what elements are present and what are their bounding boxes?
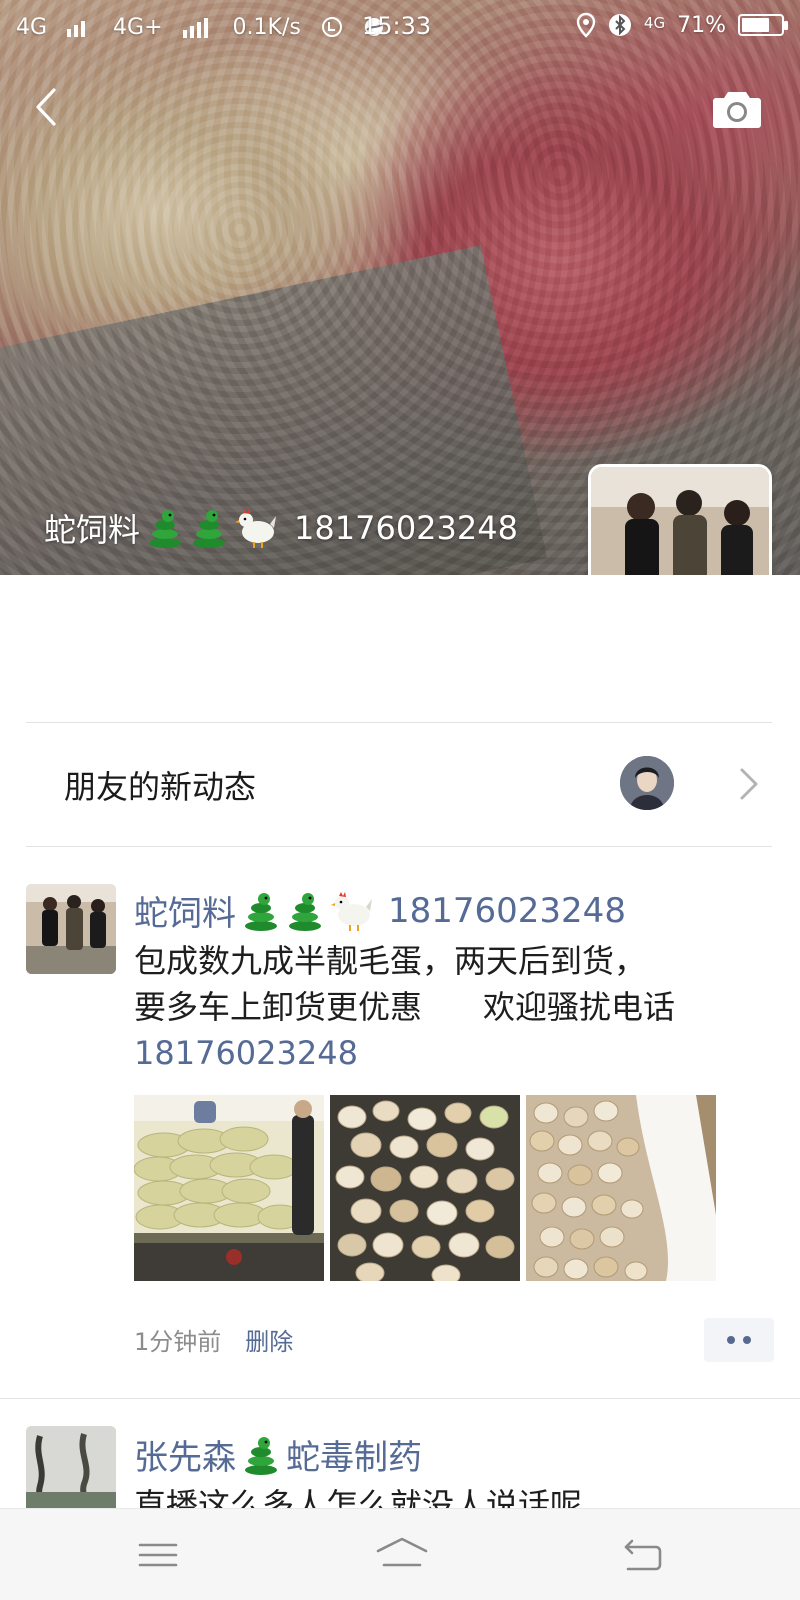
post-author-name: 蛇饲料 (134, 894, 236, 934)
post-photos (134, 1095, 716, 1281)
post-photo-2-art (330, 1095, 520, 1281)
friend-avatar-photo (620, 756, 674, 810)
post-time: 1分钟前 (134, 1328, 222, 1356)
signal-1-icon (67, 21, 86, 37)
post-avatar-photo (26, 1426, 116, 1516)
menu-icon[interactable] (134, 1535, 182, 1575)
post-avatar-photo (26, 884, 116, 974)
battery-percent: 71% (677, 12, 726, 38)
snake-emoji-icon (149, 510, 182, 548)
network-3-label: 4G (643, 14, 666, 32)
post-meta: 1分钟前 删除 (134, 1322, 293, 1357)
snake-emoji-icon (245, 892, 277, 931)
chicken-emoji-icon (235, 509, 277, 548)
status-right: 4G 71% (576, 12, 788, 38)
friends-update-row[interactable]: 朋友的新动态 (26, 722, 772, 846)
location-icon (576, 12, 596, 38)
camera-icon[interactable] (712, 86, 762, 130)
post-text-line-1: 包成数九成半靓毛蛋，两天后到货， (134, 942, 647, 980)
post-author[interactable]: 张先森 蛇毒制药 (134, 1430, 422, 1479)
more-dot (727, 1336, 735, 1344)
back-nav-icon[interactable] (618, 1535, 666, 1575)
home-icon[interactable] (374, 1535, 430, 1575)
friends-update-title: 朋友的新动态 (64, 768, 257, 806)
post-author-name: 张先森 (134, 1438, 236, 1478)
network-1-label: 4G (16, 14, 48, 40)
post-avatar[interactable] (26, 1426, 116, 1516)
status-time: 15:33 (362, 12, 432, 40)
post-author[interactable]: 蛇饲料 18176023248 (134, 886, 626, 935)
status-left: 4G 4G+ 0.1K/s (16, 15, 385, 40)
profile-avatar-photo (591, 467, 769, 575)
cover-image[interactable]: 4G 4G+ 0.1K/s 15:33 4G 71% 蛇饲料 181760232… (0, 0, 800, 575)
moments-screen: 4G 4G+ 0.1K/s 15:33 4G 71% 蛇饲料 181760232… (0, 0, 800, 1600)
post-text-phone-link[interactable]: 18176023248 (134, 1030, 774, 1076)
post-avatar[interactable] (26, 884, 116, 974)
cover-name-prefix: 蛇饲料 (44, 511, 141, 549)
chevron-right-icon (740, 768, 758, 800)
battery-fill (742, 18, 769, 32)
network-2-label: 4G+ (113, 14, 163, 40)
profile-avatar[interactable] (588, 464, 772, 575)
post-photo-3-art (526, 1095, 716, 1281)
system-nav-bar (0, 1508, 800, 1600)
signal-2-icon (182, 18, 208, 38)
more-dots-icon[interactable] (704, 1318, 774, 1362)
post-photo-1[interactable] (134, 1095, 324, 1281)
snake-emoji-icon (245, 1436, 277, 1475)
post-photo-2[interactable] (330, 1095, 520, 1281)
cover-username: 蛇饲料 18176023248 (44, 505, 518, 551)
post-photo-1-art (134, 1095, 324, 1281)
delete-button[interactable]: 删除 (245, 1322, 293, 1357)
snake-emoji-icon (193, 510, 226, 548)
snake-emoji-icon (289, 892, 321, 931)
post-photo-3[interactable] (526, 1095, 716, 1281)
chevron-left-icon[interactable] (28, 82, 68, 132)
cover-phone: 18176023248 (294, 509, 518, 547)
network-speed: 0.1K/s (232, 14, 301, 40)
battery-icon (738, 14, 788, 36)
divider-bottom (26, 846, 772, 847)
post-author-phone: 18176023248 (388, 890, 626, 931)
post-divider (0, 1398, 800, 1399)
bluetooth-icon (608, 14, 631, 36)
post-text: 包成数九成半靓毛蛋，两天后到货， 要多车上卸货更优惠 欢迎骚扰电话 181760… (134, 938, 774, 1076)
status-bar: 4G 4G+ 0.1K/s 15:33 4G 71% (0, 0, 800, 54)
app-notification-icon (321, 17, 342, 37)
chicken-emoji-icon (331, 891, 372, 931)
post-author-suffix: 蛇毒制药 (286, 1438, 422, 1478)
post-text-line-2: 要多车上卸货更优惠 欢迎骚扰电话 (134, 988, 676, 1026)
friend-avatar (620, 756, 674, 810)
more-dot (743, 1336, 751, 1344)
